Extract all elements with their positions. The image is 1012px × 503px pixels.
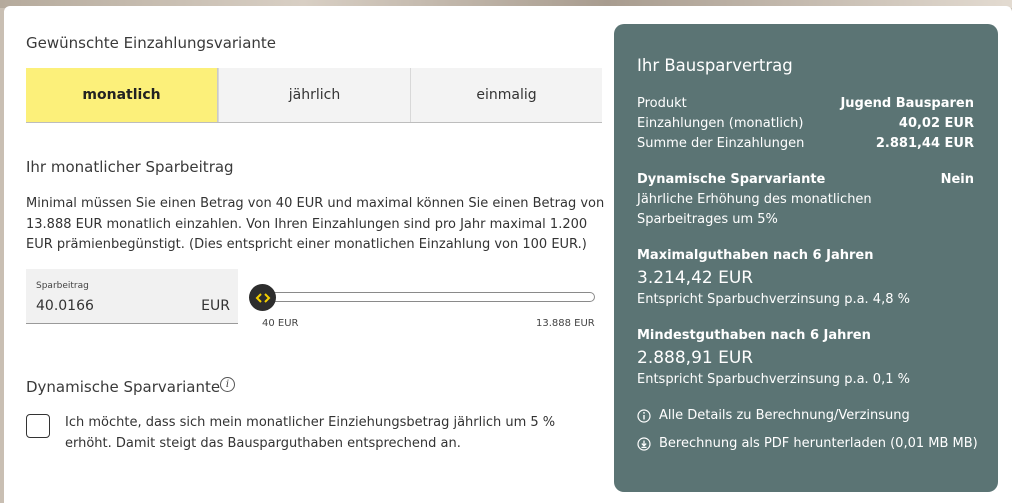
summary-row-label: Produkt [637, 96, 687, 111]
details-link-label[interactable]: Alle Details zu Berechnung/Verzinsung [659, 406, 910, 426]
slider-arrows-icon [255, 292, 270, 303]
max-balance-note: Entspricht Sparbuchverzinsung p.a. 4,8 % [637, 292, 910, 307]
tab-jaehrlich[interactable]: jährlich [218, 68, 410, 122]
download-icon [637, 437, 651, 451]
max-balance-label: Maximalguthaben nach 6 Jahren [637, 248, 874, 263]
slider-min-label: 40 EUR [262, 318, 299, 329]
dynamic-value: Nein [940, 172, 974, 187]
savings-title: Ihr monatlicher Sparbeitrag [26, 158, 234, 176]
summary-row-value: 40,02 EUR [898, 116, 974, 131]
amount-value[interactable]: 40.0166 [36, 298, 94, 314]
pdf-download-label[interactable]: Berechnung als PDF herunterladen (0,01 M… [659, 434, 978, 454]
summary-row: Produkt Jugend Bausparen [637, 96, 974, 111]
details-link[interactable]: Alle Details zu Berechnung/Verzinsung [637, 406, 982, 426]
summary-row: Einzahlungen (monatlich) 40,02 EUR [637, 116, 974, 131]
dynamic-title: Dynamische Sparvariante [26, 378, 221, 396]
summary-row-value: Jugend Bausparen [840, 96, 974, 111]
amount-slider-track[interactable] [253, 292, 595, 302]
savings-description: Minimal müssen Sie einen Betrag von 40 E… [26, 196, 605, 252]
amount-label: Sparbeitrag [36, 281, 89, 291]
summary-row-label: Summe der Einzahlungen [637, 136, 805, 151]
dynamic-checkbox-label[interactable]: Ich möchte, dass sich mein monatlicher E… [65, 413, 585, 454]
summary-row: Summe der Einzahlungen 2.881,44 EUR [637, 136, 974, 151]
min-balance-label: Mindestguthaben nach 6 Jahren [637, 328, 871, 343]
summary-row-label: Einzahlungen (monatlich) [637, 116, 804, 131]
contract-summary-panel: Ihr Bausparvertrag Produkt Jugend Bauspa… [614, 24, 998, 492]
variant-tabs: monatlich jährlich einmalig [26, 68, 602, 123]
dynamic-checkbox[interactable] [26, 414, 50, 438]
min-balance-note: Entspricht Sparbuchverzinsung p.a. 0,1 % [637, 372, 910, 387]
amount-unit: EUR [201, 298, 230, 314]
info-circle-icon [637, 409, 651, 423]
dynamic-label: Dynamische Sparvariante [637, 172, 826, 187]
min-balance-value: 2.888,91 EUR [637, 348, 754, 368]
dynamic-description: Jährliche Erhöhung des monatlichen Sparb… [637, 192, 872, 227]
tab-einmalig[interactable]: einmalig [410, 68, 602, 122]
variant-title: Gewünschte Einzahlungsvariante [26, 34, 277, 52]
info-icon[interactable]: i [220, 377, 235, 392]
dynamic-row: Dynamische Sparvariante Nein [637, 172, 974, 187]
amount-input-field[interactable]: Sparbeitrag 40.0166 EUR [26, 269, 238, 324]
slider-max-label: 13.888 EUR [536, 318, 595, 329]
summary-row-value: 2.881,44 EUR [875, 136, 974, 151]
amount-slider-handle[interactable] [249, 284, 276, 311]
max-balance-value: 3.214,42 EUR [637, 268, 754, 288]
tab-monatlich[interactable]: monatlich [26, 68, 218, 122]
pdf-download-link[interactable]: Berechnung als PDF herunterladen (0,01 M… [637, 434, 982, 454]
contract-title: Ihr Bausparvertrag [637, 56, 793, 75]
